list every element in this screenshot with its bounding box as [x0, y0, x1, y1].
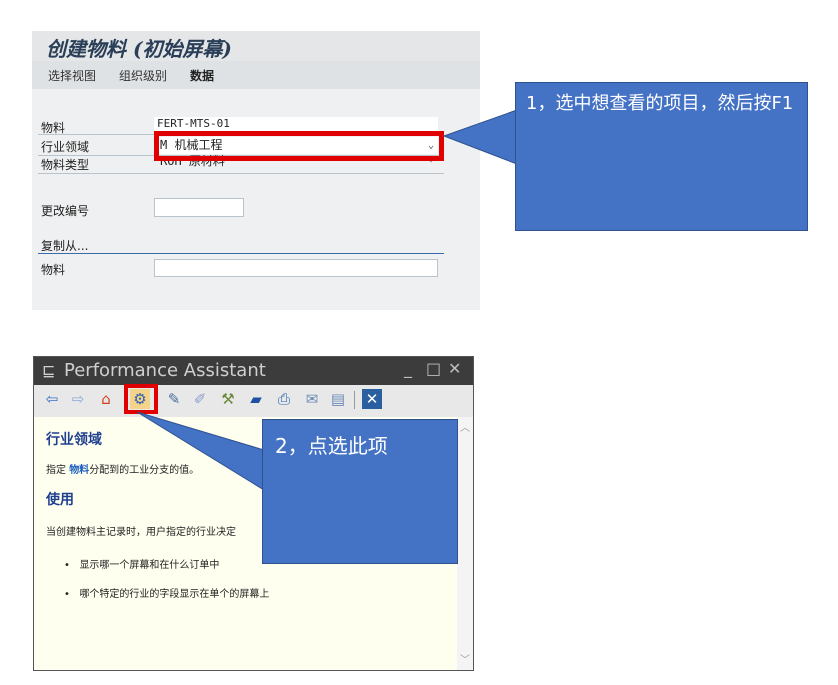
callout-step-2: 2，点选此项	[262, 419, 458, 564]
callout2-pointer	[136, 411, 265, 491]
callout-step-2-text: 2，点选此项	[275, 434, 388, 458]
